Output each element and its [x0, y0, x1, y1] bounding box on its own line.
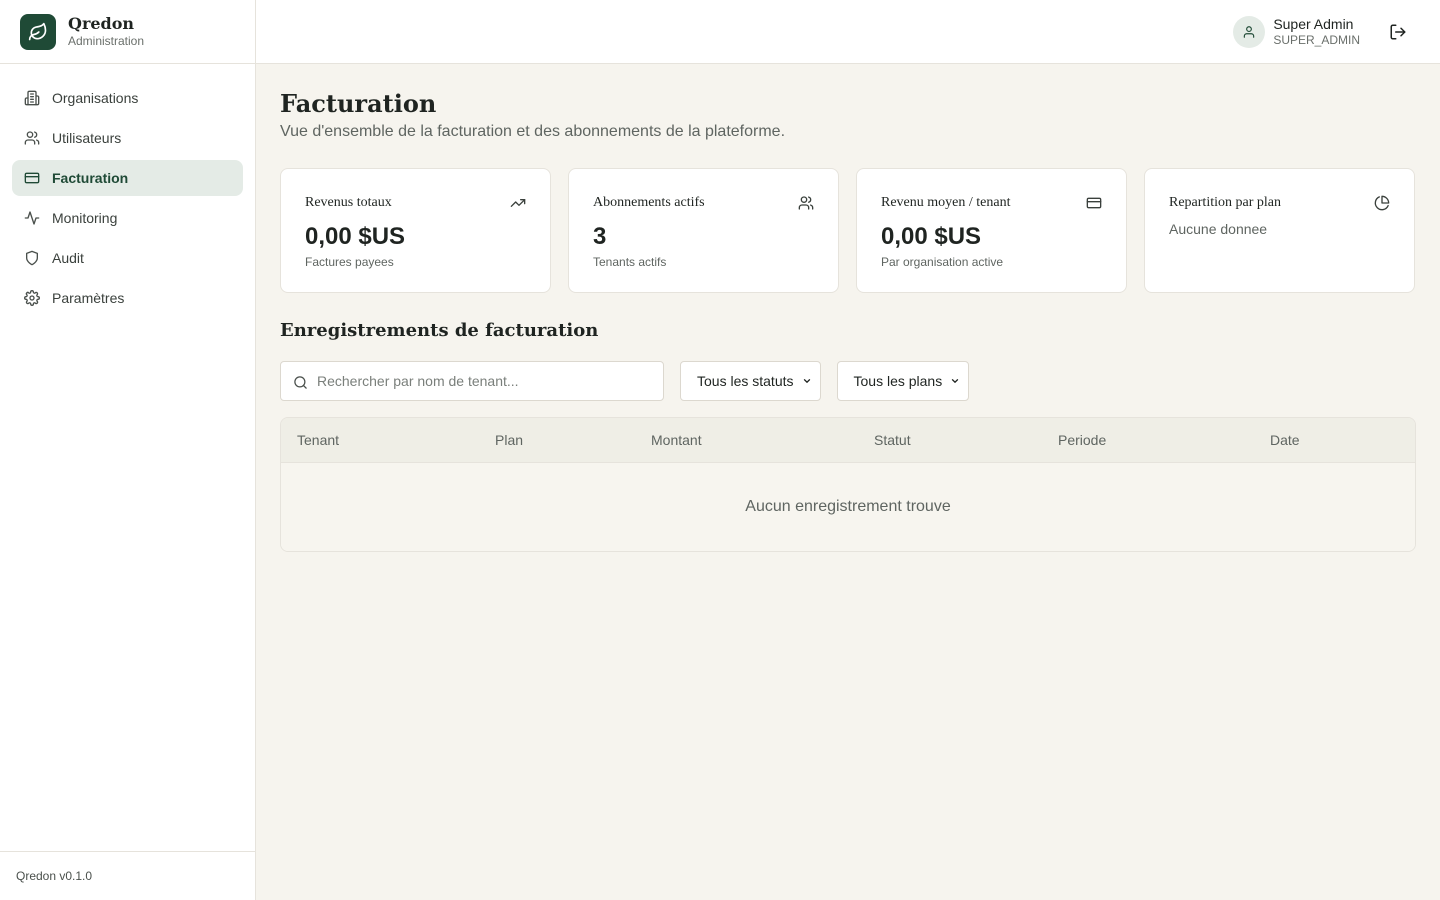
user-name: Super Admin [1273, 16, 1354, 32]
sidebar-item-facturation[interactable]: Facturation [12, 160, 243, 196]
gear-icon [24, 290, 40, 306]
card-subtitle: Par organisation active [881, 255, 1004, 269]
user-icon [1244, 26, 1255, 38]
search-icon [294, 376, 307, 389]
page-subtitle: Vue d'ensemble de la facturation et des … [280, 123, 786, 140]
app-version: Qredon v0.1.0 [0, 851, 255, 900]
shield-icon [26, 250, 38, 266]
brand-subtitle: Administration [68, 34, 145, 48]
table-header: Tenant Plan Montant Statut Periode Date [281, 418, 1415, 463]
search-input[interactable] [281, 362, 663, 400]
table-empty-state: Aucun enregistrement trouve [281, 463, 1415, 551]
credit-card-icon [1086, 197, 1102, 209]
sidebar: Qredon Administration Organisations Util… [0, 0, 256, 900]
card-title: Revenu moyen / tenant [881, 195, 1011, 210]
credit-card-icon [24, 172, 40, 184]
sidebar-item-audit[interactable]: Audit [12, 240, 243, 276]
column-header-date[interactable]: Date [1270, 432, 1300, 448]
card-subtitle: Tenants actifs [593, 255, 667, 269]
sidebar-item-label: Audit [52, 250, 84, 266]
sidebar-item-organisations[interactable]: Organisations [12, 80, 243, 116]
sidebar-item-label: Monitoring [52, 210, 118, 226]
trending-up-icon [510, 199, 526, 207]
card-abonnements-actifs: Abonnements actifs 3 Tenants actifs [568, 168, 839, 293]
main-content: Facturation Vue d'ensemble de la factura… [280, 64, 1416, 552]
leaf-logo-icon [20, 13, 56, 50]
column-header-montant[interactable]: Montant [651, 432, 702, 448]
brand-name: Qredon [68, 14, 135, 33]
records-filters: Tous les statuts Tous les plans [280, 361, 1416, 401]
card-repartition-par-plan: Repartition par plan Aucune donnee [1144, 168, 1415, 293]
topbar: Super Admin SUPER_ADMIN [256, 0, 1440, 64]
user-role: SUPER_ADMIN [1273, 33, 1360, 47]
brand[interactable]: Qredon Administration [0, 0, 255, 64]
chevron-down-icon [952, 379, 959, 383]
card-empty-state: Aucune donnee [1169, 221, 1268, 237]
card-revenu-moyen: Revenu moyen / tenant 0,00 $US Par organ… [856, 168, 1127, 293]
card-revenus-totaux: Revenus totaux 0,00 $US Factures payees [280, 168, 551, 293]
logout-button[interactable] [1388, 22, 1408, 42]
page-title: Facturation [280, 89, 437, 118]
pie-chart-icon [1374, 195, 1390, 211]
card-value: 0,00 $US [305, 223, 406, 250]
card-subtitle: Factures payees [305, 255, 394, 269]
sidebar-nav: Organisations Utilisateurs Facturation M… [0, 64, 255, 336]
sidebar-item-label: Utilisateurs [52, 130, 122, 146]
card-value: 3 [593, 223, 607, 250]
card-value: 0,00 $US [881, 223, 982, 250]
column-header-statut[interactable]: Statut [874, 432, 911, 448]
status-filter-value: Tous les statuts [697, 373, 794, 389]
sidebar-item-label: Facturation [52, 170, 129, 186]
chevron-down-icon [803, 379, 810, 383]
sidebar-item-label: Organisations [52, 90, 139, 106]
users-icon [24, 131, 40, 145]
plan-filter-value: Tous les plans [853, 373, 943, 389]
logout-icon [1390, 24, 1406, 40]
search-box [280, 361, 664, 401]
status-filter-select[interactable]: Tous les statuts [680, 361, 821, 401]
sidebar-item-utilisateurs[interactable]: Utilisateurs [12, 120, 243, 156]
billing-records-table: Tenant Plan Montant Statut Periode Date … [280, 417, 1416, 552]
card-title: Repartition par plan [1169, 195, 1281, 210]
users-icon [798, 196, 814, 210]
card-title: Revenus totaux [305, 195, 392, 210]
column-header-periode[interactable]: Periode [1058, 432, 1106, 448]
user-menu[interactable]: Super Admin SUPER_ADMIN [1233, 16, 1360, 48]
avatar [1233, 16, 1266, 48]
card-title: Abonnements actifs [593, 195, 705, 210]
stats-cards: Revenus totaux 0,00 $US Factures payees … [280, 168, 1416, 293]
column-header-plan[interactable]: Plan [495, 432, 523, 448]
sidebar-item-parametres[interactable]: Paramètres [12, 280, 243, 316]
plan-filter-select[interactable]: Tous les plans [836, 361, 970, 401]
sidebar-item-label: Paramètres [52, 290, 125, 306]
sidebar-item-monitoring[interactable]: Monitoring [12, 200, 243, 236]
column-header-tenant[interactable]: Tenant [297, 432, 339, 448]
building-icon [24, 90, 40, 106]
records-section-title: Enregistrements de facturation [280, 320, 599, 341]
activity-icon [24, 211, 40, 225]
